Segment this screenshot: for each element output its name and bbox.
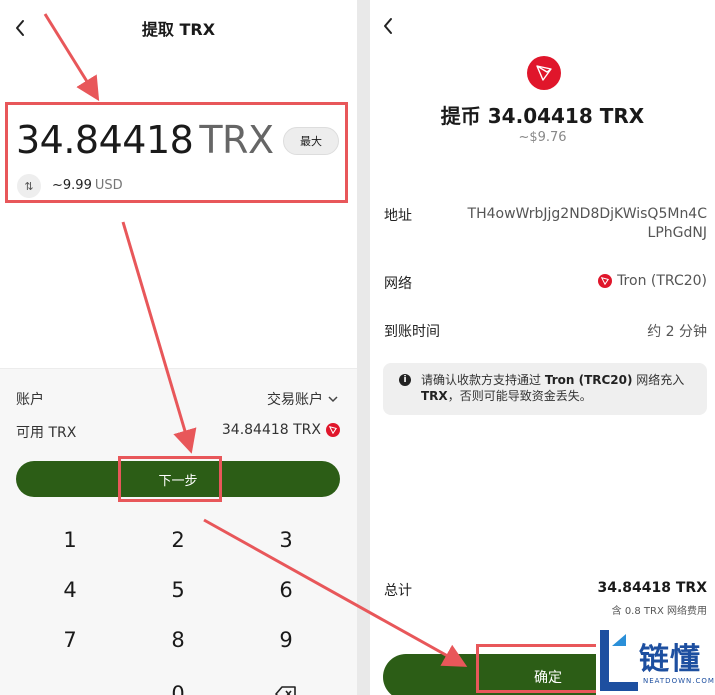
notice-coin: TRX [421,389,448,403]
amount-value: 34.84418 [16,118,194,162]
key-7[interactable]: 7 [20,620,120,660]
tron-logo-icon [326,423,340,437]
usd-value: ~9.99 [52,178,92,193]
arrival-value: 约 2 分钟 [647,324,707,340]
account-label: 账户 [16,392,44,408]
notice-text: 请确认收款方支持通过 Tron (TRC20) 网络充入 TRX，否则可能导致资… [421,373,684,403]
backspace-icon [275,686,296,695]
account-value: 交易账户 [267,392,323,408]
watermark: 链懂 NEATDOWN.COM [596,626,715,695]
key-4[interactable]: 4 [20,570,120,610]
available-value: 34.84418 TRX [221,422,321,438]
watermark-name: 链懂 [639,642,701,677]
network-value: Tron (TRC20) [598,273,707,289]
total-value: 34.84418 TRX [597,580,707,596]
tron-logo-icon [598,274,613,288]
key-5[interactable]: 5 [128,570,228,610]
address-label: 地址 [384,208,412,224]
backspace-key[interactable] [236,674,336,695]
notice-part: ，否则可能导致资金丢失。 [447,389,592,403]
network-label: 网络 [384,276,412,292]
confirm-screen: 提币 34.04418 TRX ~$9.76 地址 TH4owWrbJjg2ND… [370,0,715,695]
back-button[interactable] [377,15,399,37]
usd-estimate: ~9.99 USD [52,178,123,193]
notice-network: Tron (TRC20) [544,373,633,387]
chevron-down-icon [328,396,338,403]
confirm-label: 确定 [534,670,562,686]
key-8[interactable]: 8 [128,620,228,660]
network-notice: i 请确认收款方支持通过 Tron (TRC20) 网络充入 TRX，否则可能导… [383,363,707,415]
key-9[interactable]: 9 [236,620,336,660]
key-0[interactable]: 0 [128,674,228,695]
usd-unit: USD [94,178,123,193]
available-balance: 34.84418 TRX [222,422,340,438]
tron-logo-icon [527,56,561,90]
network-name: Tron (TRC20) [617,273,707,289]
next-button[interactable]: 下一步 [16,461,340,497]
total-label: 总计 [384,583,412,599]
page-title: 提币 34.04418 TRX [440,104,645,128]
key-6[interactable]: 6 [236,570,336,610]
fee-note: 含 0.8 TRX 网络费用 [611,606,707,617]
withdraw-screen: 提取 TRX 34.84418 TRX 最大 ⇅ ~9.99 USD 账户 交易账户… [0,0,357,695]
amount-input[interactable]: 34.84418 TRX [16,118,274,162]
page-title: 提取 TRX [141,20,216,39]
account-selector[interactable]: 交易账户 [267,389,338,409]
key-3[interactable]: 3 [236,520,336,560]
usd-estimate: ~$9.76 [518,130,567,145]
notice-part: 请确认收款方支持通过 [421,373,545,387]
chevron-left-icon [384,18,392,34]
available-label: 可用 TRX [16,425,77,441]
watermark-sub: NEATDOWN.COM [643,677,715,685]
max-button[interactable]: 最大 [283,127,339,155]
info-icon: i [399,374,411,386]
watermark-logo-icon [600,630,638,691]
swap-arrows-icon[interactable]: ⇅ [17,174,41,198]
key-2[interactable]: 2 [128,520,228,560]
key-1[interactable]: 1 [20,520,120,560]
notice-part: 网络充入 [632,373,685,387]
arrival-label: 到账时间 [384,324,440,340]
amount-unit: TRX [199,118,274,162]
address-value: TH4owWrbJjg2ND8DjKWisQ5Mn4CLPhGdNJ [467,206,707,241]
